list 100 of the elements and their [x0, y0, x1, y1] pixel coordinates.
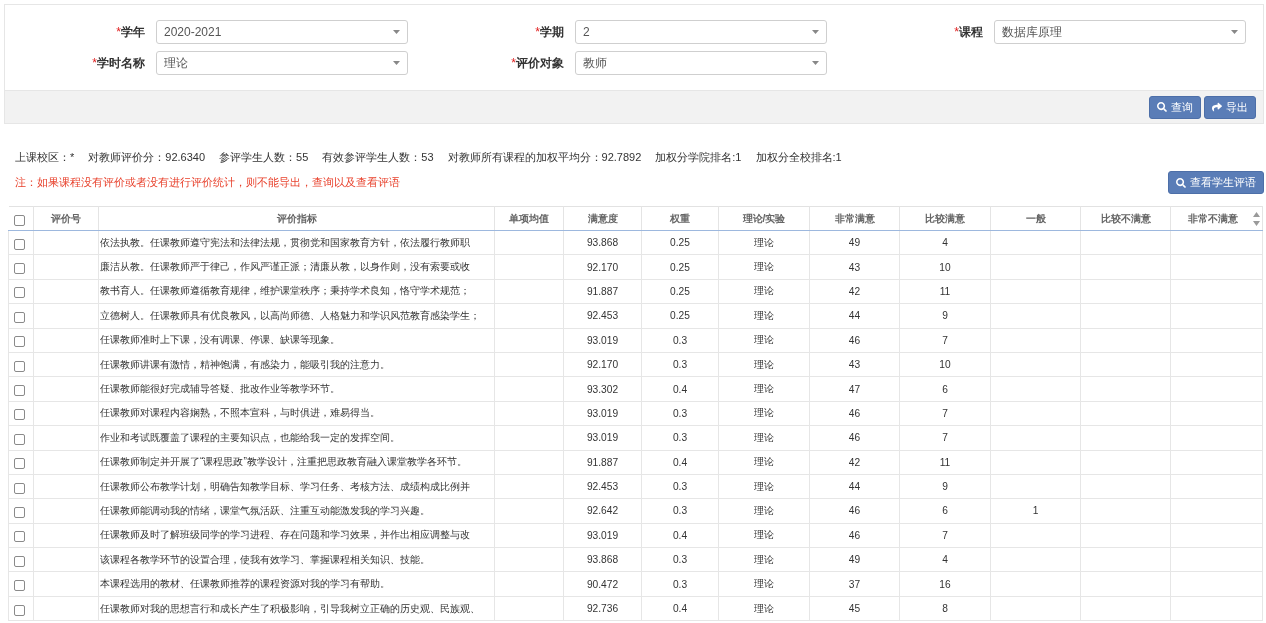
table-cell: 93.019 — [563, 401, 642, 426]
notice-text: 注：如果课程没有评价或者没有进行评价统计，则不能导出，查询以及查看评语 — [15, 175, 400, 190]
table-cell: 92.170 — [563, 352, 642, 377]
table-cell: 本课程选用的教材、任课教师推荐的课程资源对我的学习有帮助。 — [98, 571, 495, 597]
caret-icon — [1231, 30, 1238, 34]
row-checkbox[interactable] — [14, 482, 25, 494]
table-cell: 0.3 — [641, 498, 719, 524]
row-checkbox[interactable] — [14, 409, 25, 421]
table-cell: 理论 — [718, 254, 810, 280]
row-checkbox[interactable] — [14, 311, 25, 323]
table-cell: 依法执教。任课教师遵守宪法和法律法规，贯彻党和国家教育方针，依法履行教师职 — [98, 230, 495, 255]
table-cell: 理论 — [718, 571, 810, 597]
column-header: 比较不满意 — [1080, 206, 1171, 231]
search-icon — [1176, 177, 1186, 188]
caret-icon — [812, 30, 819, 34]
table-cell: 理论 — [718, 230, 810, 255]
table-cell: 7 — [899, 425, 991, 450]
row-checkbox[interactable] — [14, 433, 25, 445]
table-cell: 任课教师制定并开展了“课程思政”教学设计，注重把思政教育融入课堂教学各环节。 — [98, 450, 495, 475]
table-cell: 43 — [809, 254, 900, 280]
table-cell: 92.170 — [563, 254, 642, 280]
row-checkbox[interactable] — [14, 555, 25, 567]
table-cell: 9 — [899, 474, 991, 499]
table-cell: 7 — [899, 401, 991, 426]
table-cell: 0.3 — [641, 425, 719, 450]
table-cell: 46 — [809, 523, 900, 548]
row-checkbox[interactable] — [14, 531, 25, 543]
row-checkbox[interactable] — [14, 580, 25, 592]
table-cell: 0.4 — [641, 523, 719, 548]
table-cell: 6 — [899, 498, 991, 524]
table-cell: 理论 — [718, 450, 810, 475]
row-checkbox[interactable] — [14, 287, 25, 299]
select-field[interactable]: 2 — [575, 20, 827, 44]
query-button[interactable]: 查询 — [1149, 95, 1201, 119]
table-cell: 93.302 — [563, 376, 642, 402]
row-checkbox[interactable] — [14, 263, 25, 275]
table-cell: 0.4 — [641, 450, 719, 475]
select-field[interactable]: 理论 — [156, 51, 408, 75]
table-cell: 0.25 — [641, 254, 719, 280]
table-cell: 11 — [899, 279, 991, 304]
table-cell: 91.887 — [563, 450, 642, 475]
table-cell: 0.4 — [641, 596, 719, 621]
export-button[interactable]: 导出 — [1204, 95, 1256, 119]
table-cell: 任课教师讲课有激情，精神饱满，有感染力，能吸引我的注意力。 — [98, 352, 495, 377]
select-field[interactable]: 数据库原理 — [994, 20, 1246, 44]
column-header: 权重 — [641, 206, 719, 231]
field-label: *学年 — [115, 23, 145, 41]
table-cell: 理论 — [718, 303, 810, 329]
column-header: 满意度 — [563, 206, 642, 231]
table-cell: 理论 — [718, 523, 810, 548]
table-cell: 11 — [899, 450, 991, 475]
summary-stat: 参评学生人数：55 — [219, 149, 309, 165]
row-checkbox[interactable] — [14, 238, 25, 250]
column-header: 非常不满意 — [1187, 211, 1239, 226]
table-cell: 任课教师对我的思想言行和成长产生了积极影响，引导我树立正确的历史观、民族观、 — [98, 596, 495, 621]
row-checkbox[interactable] — [14, 604, 25, 616]
table-cell: 理论 — [718, 328, 810, 353]
column-header: 评价指标 — [98, 206, 495, 231]
table-cell: 4 — [899, 547, 991, 572]
table-cell: 92.736 — [563, 596, 642, 621]
table-cell: 理论 — [718, 474, 810, 499]
row-checkbox[interactable] — [14, 458, 25, 470]
view-comments-button[interactable]: 查看学生评语 — [1168, 171, 1264, 194]
select-all-checkbox[interactable] — [13, 214, 25, 226]
table-cell: 教书育人。任课教师遵循教育规律，维护课堂秩序；秉持学术良知，恪守学术规范； — [98, 279, 495, 304]
scroll-arrows-icon[interactable] — [1253, 210, 1260, 227]
table-cell: 廉洁从教。任课教师严于律己，作风严谨正派；清廉从教，以身作则，没有索要或收 — [98, 254, 495, 280]
summary-stat: 对教师所有课程的加权平均分：92.7892 — [447, 149, 642, 165]
row-checkbox[interactable] — [14, 360, 25, 372]
row-checkbox[interactable] — [14, 385, 25, 397]
table-cell: 9 — [899, 303, 991, 329]
table-cell: 任课教师准时上下课，没有调课、停课、缺课等现象。 — [98, 328, 495, 353]
summary-stat: 对教师评价分：92.6340 — [88, 149, 206, 165]
row-checkbox[interactable] — [14, 507, 25, 518]
column-header: 评价号 — [33, 206, 99, 231]
table-cell: 42 — [809, 450, 900, 475]
row-checkbox[interactable] — [14, 336, 25, 348]
table-cell: 37 — [809, 571, 900, 597]
table-cell: 0.3 — [641, 352, 719, 377]
table-cell: 42 — [809, 279, 900, 304]
field-label: *学期 — [534, 23, 564, 41]
select-field[interactable]: 教师 — [575, 51, 827, 75]
table-cell: 93.868 — [563, 230, 642, 255]
table-cell: 93.868 — [563, 547, 642, 572]
select-field[interactable]: 2020-2021 — [156, 20, 408, 44]
column-header: 一般 — [990, 206, 1081, 231]
table-cell: 作业和考试既覆盖了课程的主要知识点，也能给我一定的发挥空间。 — [98, 425, 495, 450]
table-cell: 46 — [809, 328, 900, 353]
table-cell: 理论 — [718, 425, 810, 450]
caret-icon — [393, 30, 400, 34]
field-label: *评价对象 — [510, 54, 564, 72]
table-cell: 47 — [809, 376, 900, 402]
summary-stat: 加权分全校排名:1 — [755, 149, 842, 165]
table-cell: 任课教师对课程内容娴熟，不照本宣科，与时俱进，难易得当。 — [98, 401, 495, 426]
caret-icon — [393, 61, 400, 65]
table-cell: 91.887 — [563, 279, 642, 304]
table-cell: 理论 — [718, 376, 810, 402]
column-header: 非常满意 — [809, 206, 900, 231]
summary-stat: 加权分学院排名:1 — [655, 149, 742, 165]
column-header: 理论/实验 — [718, 206, 810, 231]
